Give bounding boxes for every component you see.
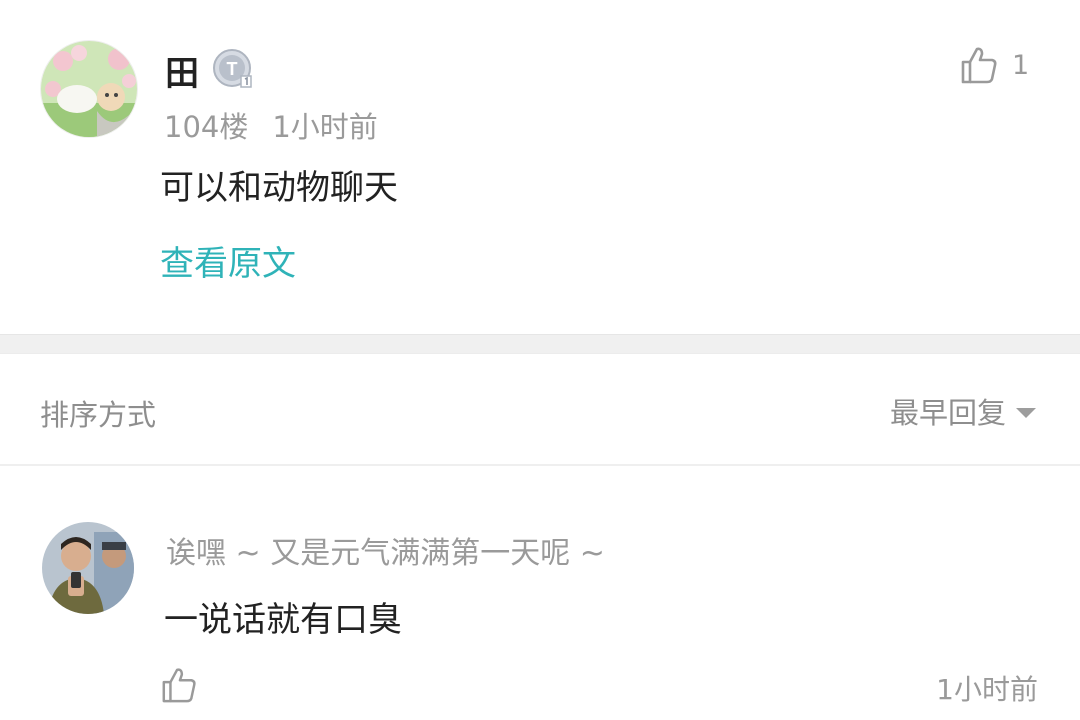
post-content: 可以和动物聊天 (160, 168, 398, 208)
reply-time: 1小时前 (936, 673, 1038, 706)
post-meta: 104楼 1小时前 (164, 104, 378, 146)
section-divider (0, 334, 1080, 354)
level-badge-letter: T (227, 59, 238, 79)
reply-username[interactable]: 诶嘿 ~ 又是元气满满第一天呢 ~ (166, 528, 605, 572)
reply-avatar[interactable] (42, 522, 134, 614)
thumbs-up-icon (162, 668, 196, 703)
thumbs-up-icon (961, 47, 997, 84)
reply-item: 诶嘿 ~ 又是元气满满第一天呢 ~ 一说话就有口臭 1小时前 (0, 468, 1080, 720)
anime-avatar-icon (41, 41, 137, 137)
like-button[interactable]: 1 (960, 44, 1029, 86)
like-count: 1 (1012, 49, 1030, 81)
post-username[interactable]: 田 (165, 46, 199, 95)
reply-content: 一说话就有口臭 (164, 600, 402, 640)
level-badge-icon: T (212, 48, 254, 90)
post-card: 田 T 104楼 1小时前 可以和动物聊天 查看原文 1 (0, 0, 1080, 334)
reply-like-button[interactable] (160, 666, 198, 704)
sort-bar: 排序方式 最早回复 (0, 354, 1080, 466)
sort-value: 最早回复 (889, 396, 1006, 430)
sort-label: 排序方式 (40, 398, 157, 432)
caret-down-icon (1016, 408, 1036, 418)
view-original-link[interactable]: 查看原文 (160, 236, 296, 285)
post-time: 1小时前 (272, 110, 378, 144)
photo-avatar-icon (42, 522, 134, 614)
sort-dropdown[interactable]: 最早回复 (890, 390, 1036, 432)
floor-number: 104楼 (164, 110, 249, 144)
post-avatar[interactable] (40, 40, 138, 138)
